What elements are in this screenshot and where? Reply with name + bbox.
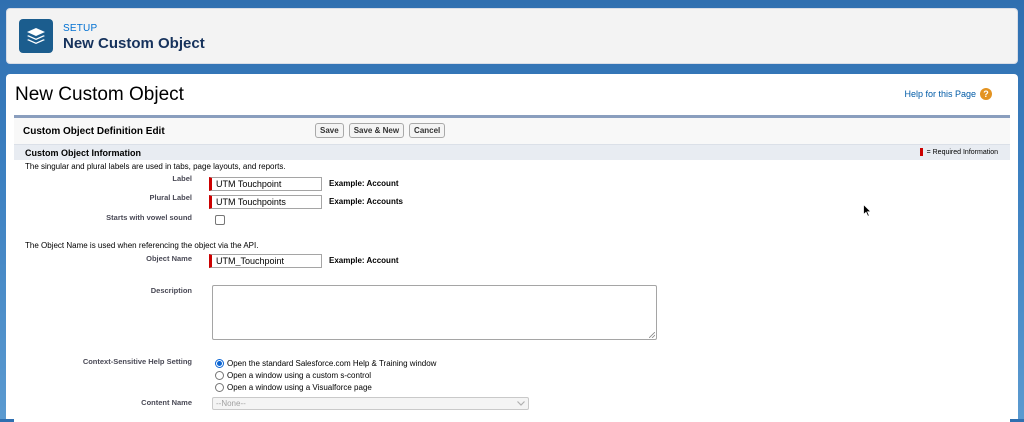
plural-label-field-label: Plural Label: [149, 193, 192, 202]
section-header: Custom Object Information = Required Inf…: [14, 144, 1010, 160]
save-and-new-button[interactable]: Save & New: [348, 123, 405, 138]
api-intro-text: The Object Name is used when referencing…: [25, 241, 259, 250]
setup-header: SETUP New Custom Object: [6, 8, 1018, 64]
setup-title: New Custom Object: [63, 35, 205, 52]
page-title: New Custom Object: [15, 84, 184, 105]
mouse-pointer-icon: [863, 204, 872, 217]
vowel-sound-label: Starts with vowel sound: [106, 213, 192, 222]
resize-grip-icon[interactable]: [649, 332, 655, 338]
block-header: Custom Object Definition Edit Save Save …: [14, 118, 1010, 144]
radio-standard-help-label: Open the standard Salesforce.com Help & …: [227, 359, 437, 368]
label-field-label: Label: [172, 174, 192, 183]
help-option-scontrol[interactable]: Open a window using a custom s-control: [215, 371, 371, 380]
object-form: The singular and plural labels are used …: [14, 160, 1010, 422]
radio-scontrol-label: Open a window using a custom s-control: [227, 371, 372, 380]
object-name-input[interactable]: [209, 254, 322, 268]
content-name-label: Content Name: [141, 398, 192, 407]
help-option-standard[interactable]: Open the standard Salesforce.com Help & …: [215, 359, 436, 368]
content-name-value: --None--: [216, 399, 246, 408]
radio-standard-help[interactable]: [215, 359, 224, 368]
button-bar: Save Save & New Cancel: [315, 123, 446, 138]
plural-label-input[interactable]: [209, 195, 322, 209]
help-option-visualforce[interactable]: Open a window using a Visualforce page: [215, 383, 372, 392]
plural-label-example: Example: Accounts: [329, 197, 403, 206]
required-legend-text: = Required Information: [926, 148, 998, 156]
help-link-label: Help for this Page: [904, 89, 976, 99]
block-title: Custom Object Definition Edit: [23, 126, 165, 137]
description-textarea[interactable]: [212, 285, 657, 340]
required-legend: = Required Information: [919, 148, 998, 156]
vowel-sound-checkbox[interactable]: [215, 215, 225, 225]
description-label: Description: [150, 286, 192, 295]
required-marker: [919, 148, 923, 156]
radio-scontrol[interactable]: [215, 371, 224, 380]
help-for-page-link[interactable]: Help for this Page ?: [904, 88, 992, 100]
content-name-select[interactable]: --None--: [212, 397, 529, 410]
chevron-down-icon: [517, 401, 525, 406]
layers-icon: [19, 19, 53, 53]
labels-intro-text: The singular and plural labels are used …: [25, 162, 286, 171]
radio-visualforce[interactable]: [215, 383, 224, 392]
cancel-button[interactable]: Cancel: [409, 123, 446, 138]
edit-block: Custom Object Definition Edit Save Save …: [14, 115, 1010, 422]
label-input[interactable]: [209, 177, 322, 191]
help-setting-label: Context-Sensitive Help Setting: [82, 357, 192, 366]
save-button[interactable]: Save: [315, 123, 344, 138]
main-panel: New Custom Object Help for this Page ? C…: [6, 74, 1018, 422]
object-name-label: Object Name: [146, 254, 192, 263]
section-title: Custom Object Information: [25, 148, 142, 158]
setup-kicker: SETUP: [63, 23, 98, 34]
radio-visualforce-label: Open a window using a Visualforce page: [227, 383, 372, 392]
label-example: Example: Account: [329, 179, 399, 188]
help-icon: ?: [980, 88, 992, 100]
object-name-example: Example: Account: [329, 256, 399, 265]
